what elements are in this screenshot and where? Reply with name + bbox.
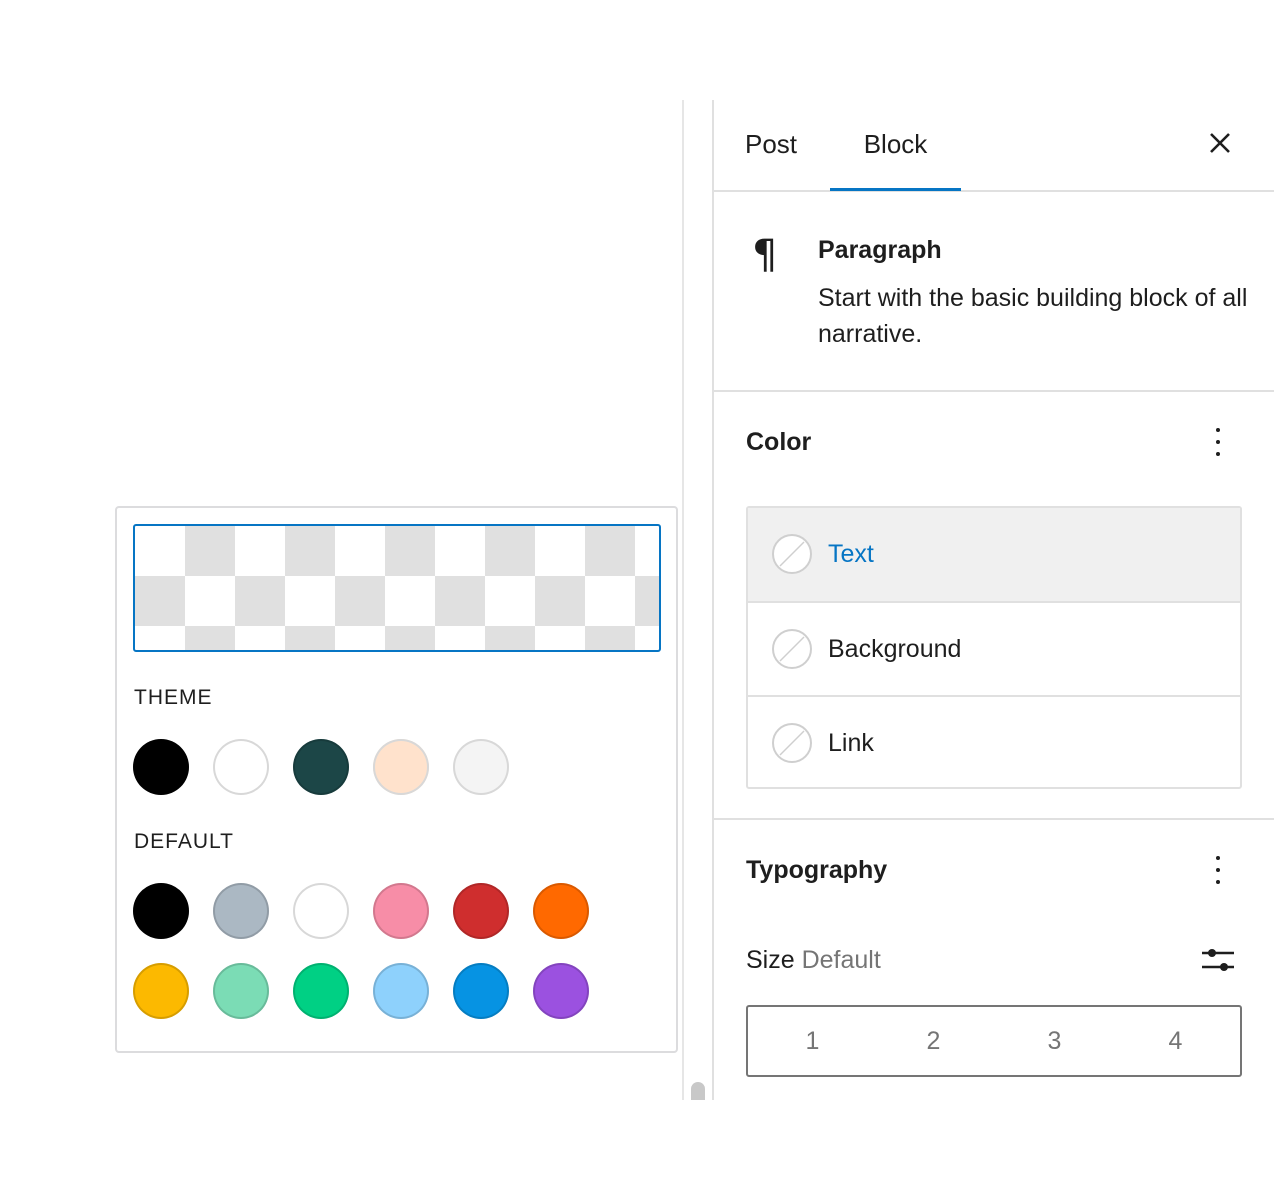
size-label-text: Size	[746, 946, 795, 974]
theme-swatch-4[interactable]	[373, 739, 429, 795]
block-card: ¶ Paragraph Start with the basic buildin…	[714, 192, 1274, 392]
color-item-label: Background	[828, 635, 962, 663]
sidebar-tabs: Post Block	[714, 100, 1274, 192]
empty-color-indicator-icon	[772, 629, 812, 669]
size-option-1[interactable]: 1	[752, 1007, 873, 1075]
default-swatch-7[interactable]	[133, 963, 189, 1019]
typography-options-button[interactable]	[1202, 850, 1234, 890]
default-swatch-11[interactable]	[453, 963, 509, 1019]
color-item-text[interactable]: Text	[748, 508, 1240, 601]
theme-swatch-3[interactable]	[293, 739, 349, 795]
block-description: Start with the basic building block of a…	[818, 284, 1248, 348]
settings-sidebar: Post Block ¶ Paragraph Start with the ba…	[714, 100, 1274, 1101]
color-settings-list: Text Background Link	[746, 506, 1242, 789]
empty-color-indicator-icon	[772, 723, 812, 763]
color-item-label: Link	[828, 729, 874, 757]
font-size-label: Size Default	[746, 946, 881, 975]
size-option-4[interactable]: 4	[1115, 1007, 1236, 1075]
color-options-button[interactable]	[1202, 422, 1234, 462]
editor-scrollbar[interactable]	[682, 100, 714, 1100]
theme-swatch-2[interactable]	[213, 739, 269, 795]
default-swatch-9[interactable]	[293, 963, 349, 1019]
default-swatch-8[interactable]	[213, 963, 269, 1019]
default-palette-title: DEFAULT	[134, 830, 234, 853]
empty-color-indicator-icon	[772, 534, 812, 574]
color-item-label: Text	[828, 540, 874, 568]
block-title: Paragraph	[818, 236, 942, 264]
default-swatch-4[interactable]	[373, 883, 429, 939]
color-picker-popover: THEME DEFAULT	[115, 506, 678, 1053]
paragraph-icon: ¶	[752, 232, 778, 278]
close-icon	[1210, 133, 1230, 153]
default-swatch-6[interactable]	[533, 883, 589, 939]
default-swatch-3[interactable]	[293, 883, 349, 939]
scrollbar-thumb[interactable]	[691, 1082, 705, 1100]
font-size-picker: 1 2 3 4	[746, 1005, 1242, 1077]
typography-panel-title: Typography	[746, 856, 888, 884]
tab-block[interactable]: Block	[830, 100, 961, 191]
close-sidebar-button[interactable]	[1200, 124, 1240, 164]
color-preview[interactable]	[133, 524, 661, 652]
size-option-3[interactable]: 3	[994, 1007, 1115, 1075]
default-swatch-10[interactable]	[373, 963, 429, 1019]
size-option-2[interactable]: 2	[873, 1007, 994, 1075]
custom-size-toggle[interactable]	[1198, 940, 1238, 980]
tab-post[interactable]: Post	[745, 100, 797, 192]
theme-palette-title: THEME	[134, 686, 213, 709]
size-current-value: Default	[801, 946, 881, 974]
panel-divider	[714, 818, 1274, 820]
default-swatch-2[interactable]	[213, 883, 269, 939]
default-swatch-5[interactable]	[453, 883, 509, 939]
theme-swatch-5[interactable]	[453, 739, 509, 795]
settings-sliders-icon	[1202, 949, 1234, 971]
color-item-background[interactable]: Background	[748, 601, 1240, 694]
color-panel-title: Color	[746, 428, 812, 456]
theme-swatch-1[interactable]	[133, 739, 189, 795]
color-item-link[interactable]: Link	[748, 695, 1240, 788]
default-swatch-12[interactable]	[533, 963, 589, 1019]
default-swatch-1[interactable]	[133, 883, 189, 939]
